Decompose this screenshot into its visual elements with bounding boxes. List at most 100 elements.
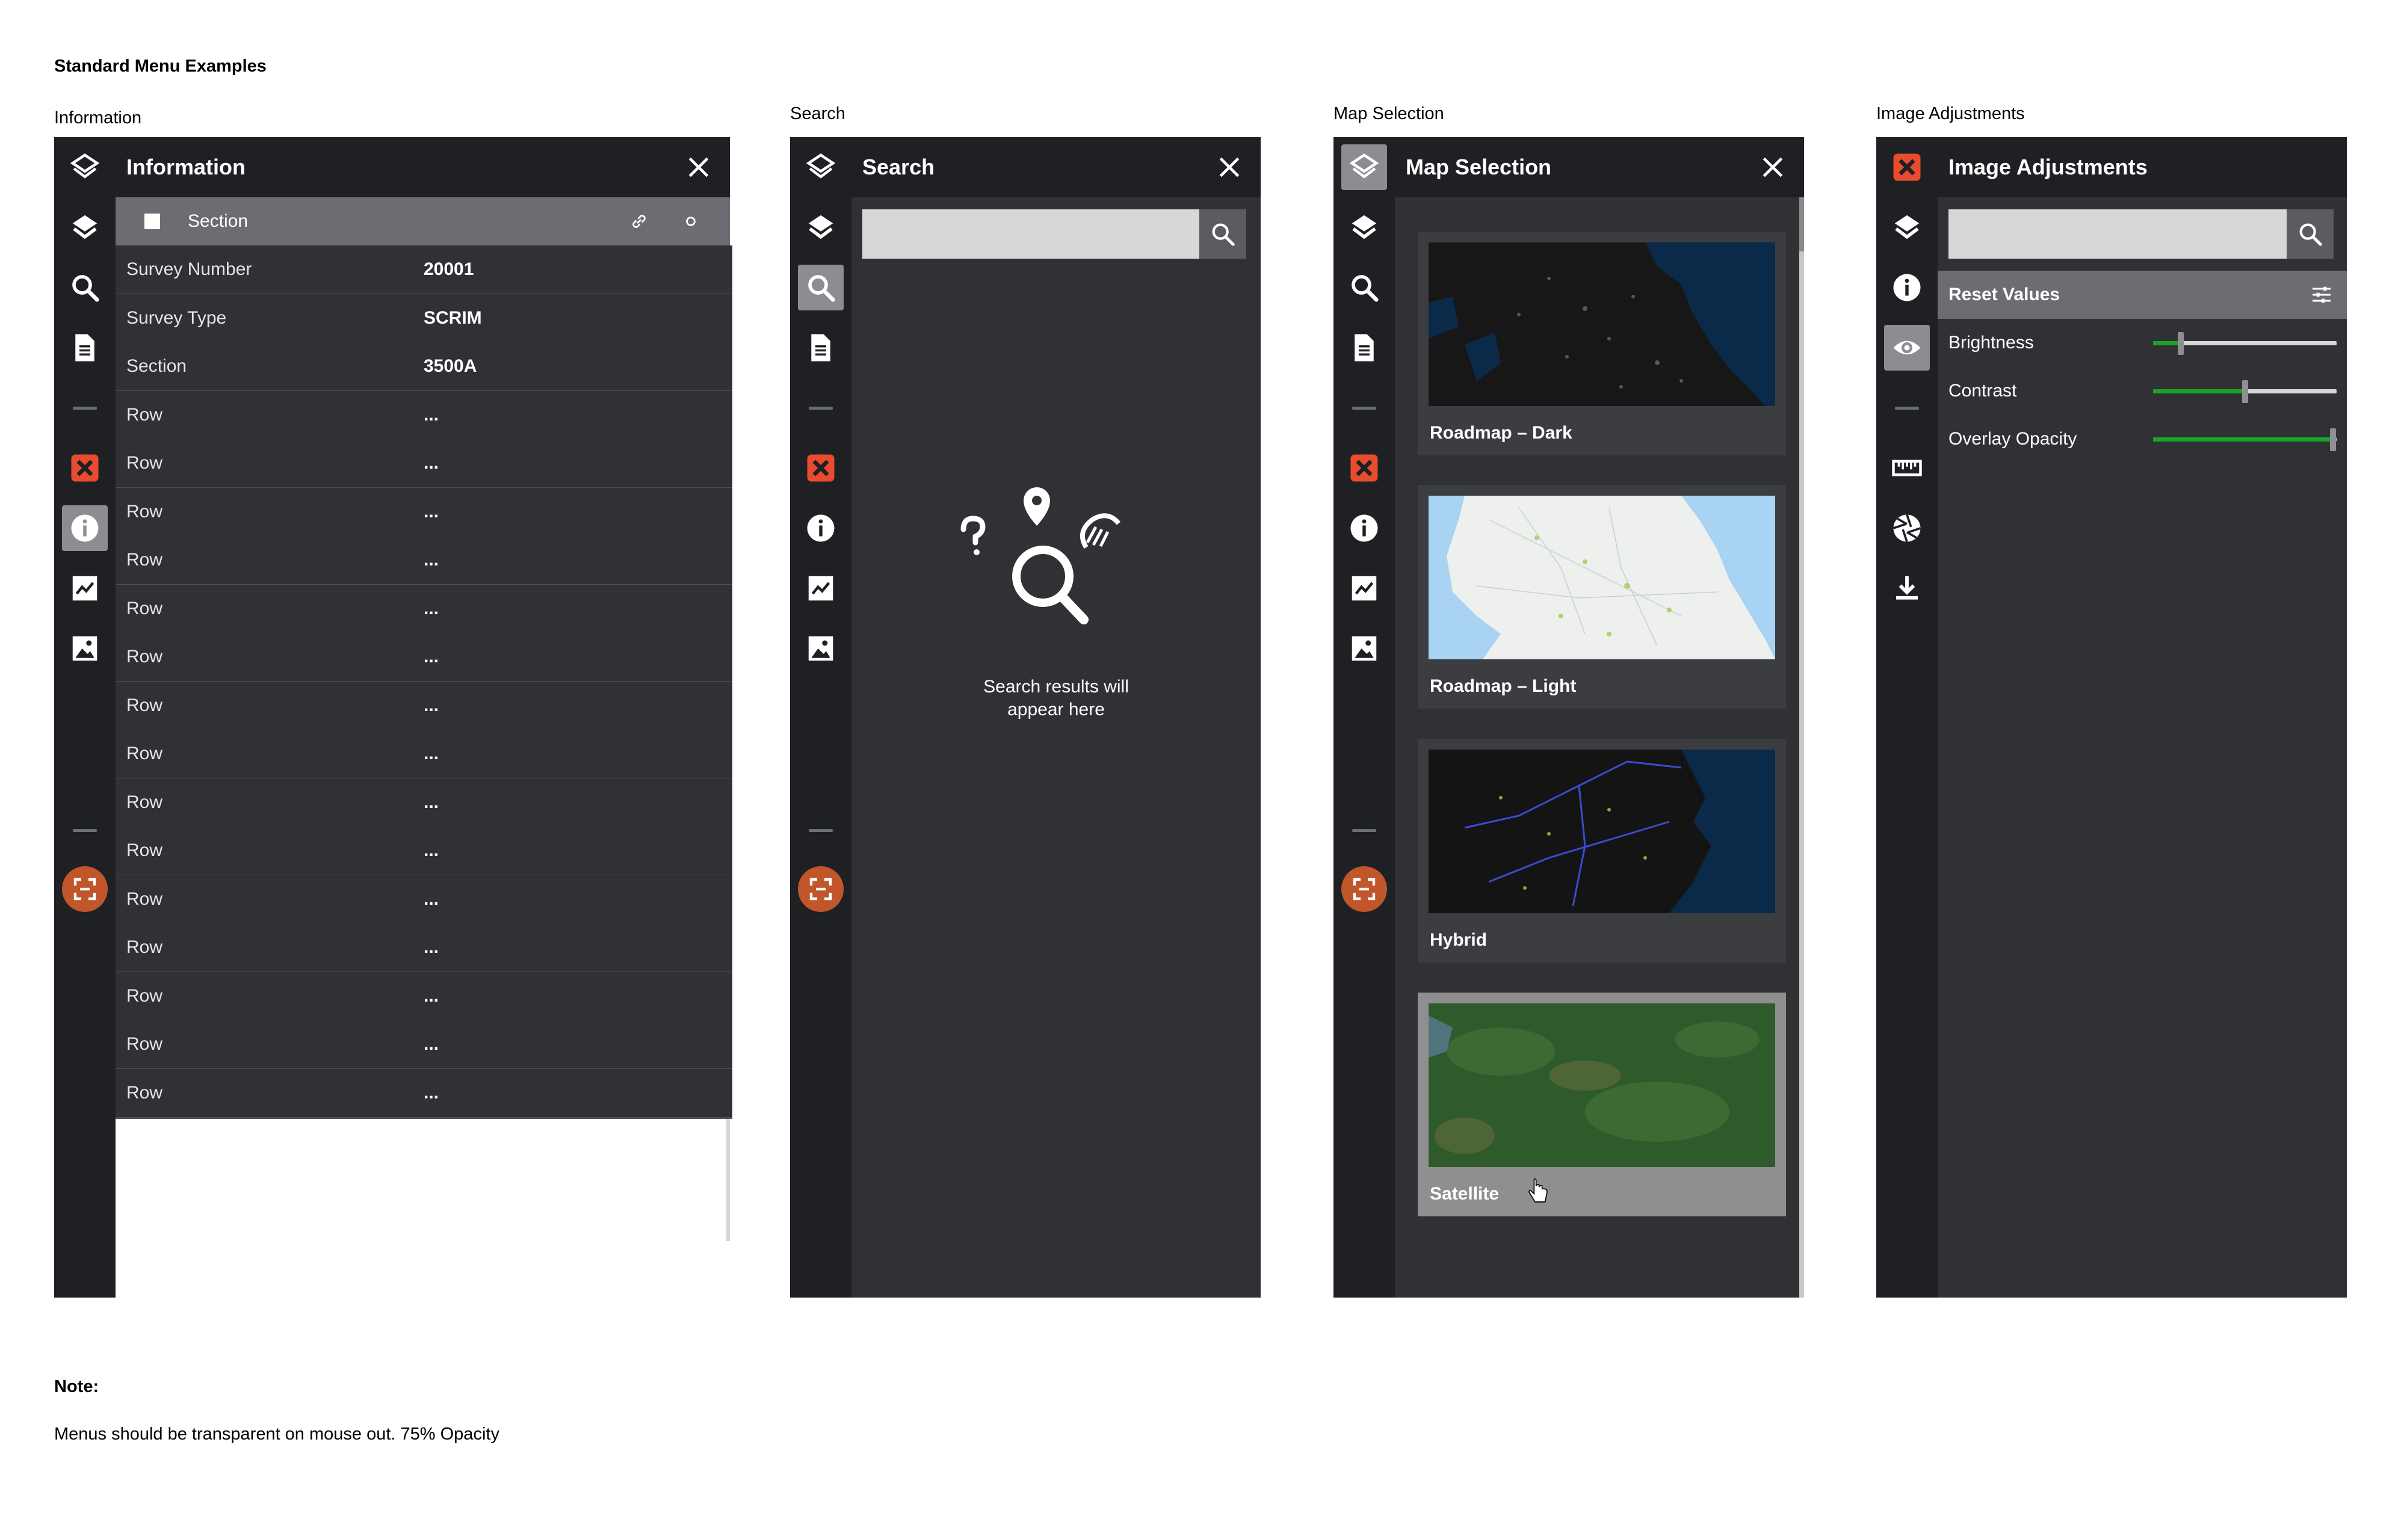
- info-icon[interactable]: [62, 505, 108, 551]
- layers-icon[interactable]: [62, 205, 108, 250]
- table-row: Survey Type SCRIM: [116, 294, 732, 344]
- table-row: Section 3500A: [116, 342, 732, 392]
- rail-divider: [73, 829, 97, 832]
- layers-outline-icon[interactable]: [62, 144, 108, 190]
- image-icon[interactable]: [62, 626, 108, 671]
- slider-label: Brightness: [1948, 333, 2034, 353]
- section-checkbox[interactable]: [144, 214, 160, 229]
- reset-values-label: Reset Values: [1948, 285, 2060, 304]
- row-key: Row: [126, 792, 163, 812]
- chart-icon[interactable]: [1341, 565, 1387, 611]
- search-icon[interactable]: [798, 265, 844, 310]
- link-icon[interactable]: [628, 211, 650, 232]
- map-card-hybrid[interactable]: Hybrid: [1418, 739, 1786, 962]
- document-icon[interactable]: [798, 325, 844, 371]
- row-value: ...: [424, 404, 439, 425]
- table-row: Row...: [116, 923, 732, 973]
- map-card-label: Satellite: [1430, 1184, 1500, 1204]
- download-icon[interactable]: [1884, 565, 1930, 611]
- search-input[interactable]: [862, 209, 1199, 259]
- close-red-icon[interactable]: [62, 445, 108, 491]
- table-row: Row...: [116, 681, 732, 732]
- ruler-icon[interactable]: [1884, 445, 1930, 491]
- row-key: Row: [126, 695, 163, 715]
- close-icon[interactable]: [1216, 154, 1243, 180]
- search-button[interactable]: [1199, 209, 1246, 259]
- layers-icon[interactable]: [1341, 205, 1387, 250]
- row-value: ...: [424, 647, 439, 667]
- info-icon[interactable]: [1884, 265, 1930, 310]
- focus-target-icon[interactable]: [1341, 866, 1387, 912]
- image-icon[interactable]: [798, 626, 844, 671]
- search-titlebar: Search: [851, 137, 1261, 197]
- row-value: SCRIM: [424, 307, 482, 328]
- row-value: ...: [424, 501, 439, 522]
- map-card-roadmap-light[interactable]: Roadmap – Light: [1418, 485, 1786, 709]
- rail-divider: [1895, 407, 1919, 410]
- chart-icon[interactable]: [798, 565, 844, 611]
- row-key: Section: [126, 356, 187, 376]
- slider-row: Overlay Opacity: [1938, 415, 2347, 463]
- slider-fill: [2153, 341, 2181, 345]
- info-icon[interactable]: [1341, 505, 1387, 551]
- close-red-icon[interactable]: [1884, 144, 1930, 190]
- sliders-icon[interactable]: [2310, 283, 2334, 307]
- document-icon[interactable]: [62, 325, 108, 371]
- row-value: ...: [424, 1034, 439, 1054]
- question-mark-icon: [960, 516, 986, 555]
- close-red-icon[interactable]: [798, 445, 844, 491]
- slider-handle[interactable]: [2329, 428, 2336, 451]
- scrollbar-thumb[interactable]: [1799, 197, 1804, 251]
- scrollbar[interactable]: [1799, 197, 1804, 1298]
- search-icon[interactable]: [1341, 265, 1387, 310]
- hand-cursor-icon: [1528, 1178, 1548, 1203]
- table-row: Row...: [116, 584, 732, 635]
- caption-map-selection: Map Selection: [1333, 104, 1444, 123]
- layers-icon[interactable]: [798, 205, 844, 250]
- information-panel: Information Section Survey Number 20001 Su…: [54, 137, 732, 1298]
- row-value: ...: [424, 985, 439, 1006]
- search-icon[interactable]: [62, 265, 108, 310]
- note-text: Menus should be transparent on mouse out…: [54, 1424, 499, 1444]
- caption-image-adjustments: Image Adjustments: [1876, 104, 2025, 123]
- row-key: Row: [126, 889, 163, 909]
- map-card-label: Roadmap – Dark: [1430, 423, 1572, 443]
- eye-icon[interactable]: [1884, 325, 1930, 371]
- layers-outline-icon[interactable]: [798, 144, 844, 190]
- rail-divider: [73, 407, 97, 410]
- close-icon[interactable]: [1760, 154, 1786, 180]
- close-red-icon[interactable]: [1341, 445, 1387, 491]
- aperture-icon[interactable]: [1884, 505, 1930, 551]
- reset-values-bar[interactable]: Reset Values: [1938, 271, 2347, 319]
- slider-handle[interactable]: [2242, 380, 2248, 403]
- row-key: Row: [126, 550, 163, 570]
- rail-divider: [809, 407, 833, 410]
- focus-target-icon[interactable]: [798, 866, 844, 912]
- chart-icon[interactable]: [62, 565, 108, 611]
- tool-rail: [54, 137, 116, 1298]
- info-icon[interactable]: [798, 505, 844, 551]
- row-key: Row: [126, 744, 163, 763]
- table-row: Row...: [116, 487, 732, 538]
- search-button[interactable]: [2287, 209, 2334, 259]
- image-icon[interactable]: [1341, 626, 1387, 671]
- document-icon[interactable]: [1341, 325, 1387, 371]
- slider-label: Overlay Opacity: [1948, 429, 2077, 449]
- map-card-roadmap-dark[interactable]: Roadmap – Dark: [1418, 232, 1786, 455]
- map-card-satellite[interactable]: Satellite: [1418, 993, 1786, 1216]
- table-row: Row...: [116, 390, 732, 441]
- image-adjustments-panel: Image Adjustments Reset Values Brightnes…: [1876, 137, 2347, 1298]
- slider-handle[interactable]: [2177, 332, 2184, 355]
- panel-title: Information: [126, 155, 246, 179]
- table-row: Row...: [116, 1068, 732, 1119]
- map-thumbnail-dark: [1429, 242, 1775, 406]
- filter-input[interactable]: [1948, 209, 2287, 259]
- close-icon[interactable]: [685, 154, 712, 180]
- focus-target-icon[interactable]: [62, 866, 108, 912]
- layers-icon[interactable]: [1884, 205, 1930, 250]
- tool-rail: [790, 137, 851, 1298]
- slider-label: Contrast: [1948, 381, 2017, 401]
- settings-dot-icon[interactable]: [684, 215, 697, 228]
- rail-divider: [1352, 829, 1376, 832]
- layers-outline-icon[interactable]: [1341, 144, 1387, 190]
